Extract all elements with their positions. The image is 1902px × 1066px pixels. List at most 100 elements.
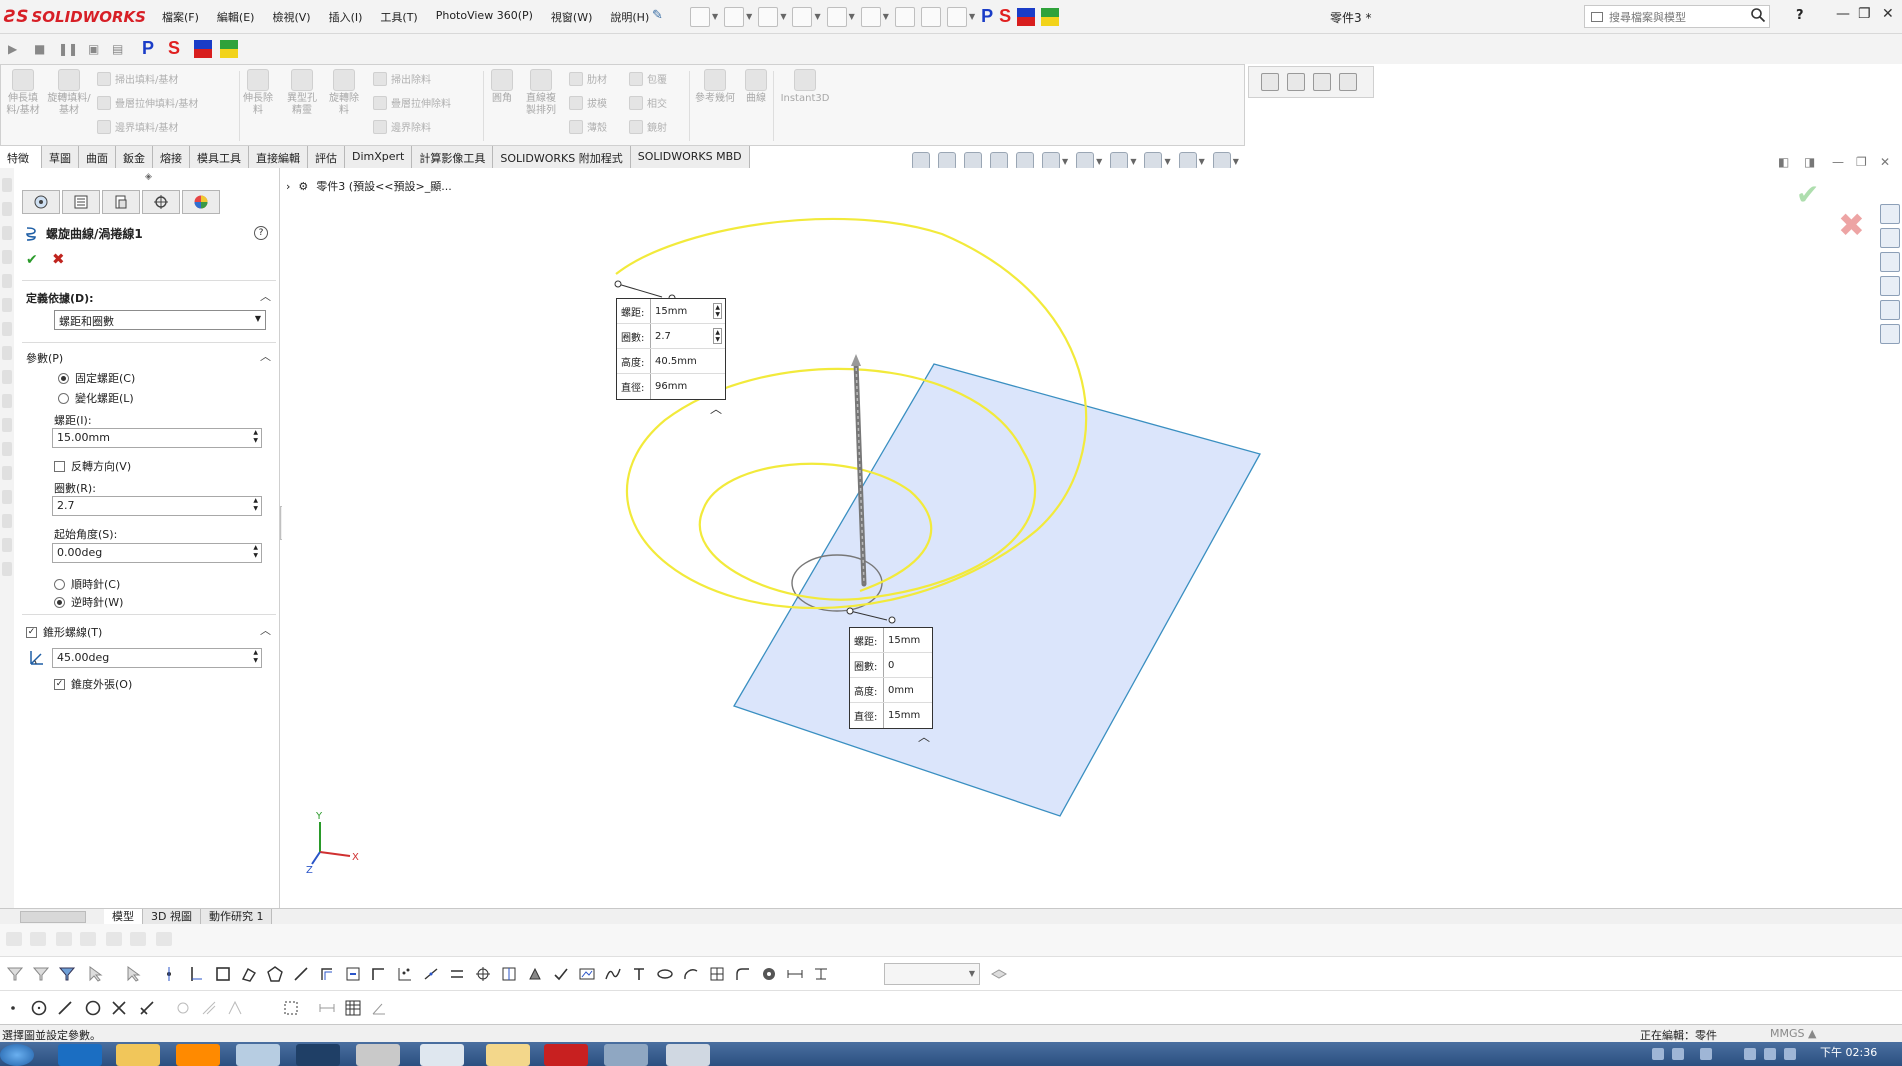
slot-icon[interactable] bbox=[240, 965, 258, 983]
stop-icon[interactable]: ■ bbox=[34, 42, 45, 56]
linear-sketch-pattern-icon[interactable] bbox=[318, 999, 336, 1017]
addin-flag2-green-yellow-icon[interactable] bbox=[220, 40, 238, 58]
cancel-button[interactable]: ✖ bbox=[52, 250, 65, 268]
menu-photoview[interactable]: PhotoView 360(P) bbox=[434, 8, 535, 26]
menu-view[interactable]: 檢視(V) bbox=[270, 8, 312, 26]
addin-s-icon[interactable]: S bbox=[999, 6, 1011, 27]
callout-revolutions-value[interactable]: 2.7 bbox=[651, 331, 713, 342]
view-orientation-dropdown-icon[interactable]: ▼ bbox=[1062, 157, 1068, 166]
extend-icon[interactable] bbox=[138, 999, 156, 1017]
sketch-picture-icon[interactable] bbox=[578, 965, 596, 983]
pitch-input[interactable]: 15.00mm bbox=[52, 428, 262, 448]
unit-system-button[interactable]: MMGS ▲ bbox=[1770, 1027, 1816, 1040]
confirm-corner-ok-icon[interactable]: ✔ bbox=[1796, 178, 1819, 211]
plane-face[interactable] bbox=[733, 363, 1261, 817]
scene-dropdown-icon[interactable]: ▼ bbox=[1199, 157, 1205, 166]
arc-icon[interactable] bbox=[682, 965, 700, 983]
instant3d-button[interactable]: Instant3D bbox=[777, 69, 833, 105]
addin-s2-icon[interactable]: S bbox=[168, 38, 180, 59]
sketch-dropdown[interactable] bbox=[884, 963, 980, 985]
taskbar-clock[interactable]: 下午 02:36 bbox=[1820, 1044, 1877, 1060]
tab-addins[interactable]: SOLIDWORKS 附加程式 bbox=[493, 146, 631, 168]
confirm-corner-cancel-icon[interactable]: ✖ bbox=[1838, 206, 1865, 244]
feature-tree-flyout[interactable]: › ⚙ 零件3 (預設<<預設>_顯... bbox=[286, 178, 452, 194]
menu-edit[interactable]: 編輯(E) bbox=[215, 8, 257, 26]
menu-tools[interactable]: 工具(T) bbox=[378, 8, 419, 26]
solidworks-logo[interactable]: ƧS SOLIDWORKS bbox=[4, 6, 146, 28]
corner-icon[interactable] bbox=[370, 965, 388, 983]
strip-icon[interactable] bbox=[2, 394, 12, 408]
tangent-arc-icon[interactable] bbox=[174, 999, 192, 1017]
tab-sketch[interactable]: 草圖 bbox=[42, 146, 79, 168]
centerline-icon[interactable] bbox=[188, 965, 206, 983]
taper-helix-checkbox[interactable]: ✓ 錐形螺線(T) bbox=[26, 624, 102, 640]
tray-flag-icon[interactable] bbox=[1744, 1048, 1756, 1060]
new-dropdown-icon[interactable]: ▼ bbox=[712, 12, 718, 21]
mirror-button[interactable]: 鏡射 bbox=[629, 119, 667, 134]
sketch-tool-icon[interactable] bbox=[156, 932, 172, 946]
angle-dimension-icon[interactable] bbox=[370, 999, 388, 1017]
callout-pitch-value[interactable]: 15mm bbox=[651, 306, 713, 317]
undo-icon[interactable] bbox=[826, 6, 847, 27]
spinner-icon[interactable]: ▲ ▼ bbox=[713, 328, 722, 344]
strip-icon[interactable] bbox=[2, 370, 12, 384]
select-cursor-icon[interactable] bbox=[860, 6, 881, 27]
tab-3d-views[interactable]: 3D 視圖 bbox=[143, 908, 201, 925]
sketch-tool-icon[interactable] bbox=[80, 932, 96, 946]
strip-icon[interactable] bbox=[2, 490, 12, 504]
filter-icon[interactable] bbox=[6, 965, 24, 983]
solidworks-taskbar-icon[interactable] bbox=[544, 1044, 588, 1066]
new-document-icon[interactable] bbox=[690, 6, 710, 27]
paint-icon[interactable] bbox=[666, 1044, 710, 1066]
tab-model[interactable]: 模型 bbox=[104, 908, 143, 925]
menu-file[interactable]: 檔案(F) bbox=[160, 8, 201, 26]
model-viewport[interactable]: Y X Z bbox=[282, 168, 1872, 908]
print-icon[interactable] bbox=[792, 6, 813, 27]
graphics-area[interactable]: Y X Z bbox=[282, 168, 1872, 908]
stretch-icon[interactable] bbox=[226, 999, 244, 1017]
appearance-dropdown-icon[interactable]: ▼ bbox=[1164, 157, 1170, 166]
rectangle-icon[interactable] bbox=[214, 965, 232, 983]
fill-icon[interactable] bbox=[526, 965, 544, 983]
circle-outline-icon[interactable] bbox=[84, 999, 102, 1017]
tab-weldments[interactable]: 熔接 bbox=[153, 146, 190, 168]
tab-render-tools[interactable]: 計算影像工具 bbox=[412, 146, 494, 168]
dimension-icon[interactable] bbox=[786, 965, 804, 983]
counterclockwise-radio[interactable]: 逆時針(W) bbox=[54, 594, 123, 610]
spinner-icon[interactable]: ▲ ▼ bbox=[713, 303, 722, 319]
sketch-tool-icon[interactable] bbox=[30, 932, 46, 946]
tab-scroll-arrows[interactable] bbox=[20, 910, 86, 923]
rib-button[interactable]: 肋材 bbox=[569, 71, 607, 86]
trim-icon[interactable] bbox=[110, 999, 128, 1017]
spline-icon[interactable] bbox=[604, 965, 622, 983]
sketch-tool-icon[interactable] bbox=[130, 932, 146, 946]
strip-icon[interactable] bbox=[2, 322, 12, 336]
pause-icon[interactable]: ❚❚ bbox=[58, 42, 78, 56]
feature-manager-tab[interactable] bbox=[22, 190, 60, 214]
tab-features[interactable]: 特徵 bbox=[0, 146, 42, 168]
select-dropdown-icon[interactable]: ▼ bbox=[883, 12, 889, 21]
strip-icon[interactable] bbox=[2, 466, 12, 480]
addin-flag2-red-blue-icon[interactable] bbox=[194, 40, 212, 58]
play-icon[interactable]: ▶ bbox=[8, 42, 17, 56]
small-point-icon[interactable] bbox=[4, 999, 22, 1017]
property-manager-tab[interactable] bbox=[62, 190, 100, 214]
strip-icon[interactable] bbox=[2, 202, 12, 216]
help-button[interactable]: ? bbox=[1796, 8, 1804, 23]
top-helix-callout[interactable]: 螺距: 15mm ▲ ▼ 圈數: 2.7 ▲ ▼ 高度: 40.5mm 直徑: 96mm bbox=[616, 298, 726, 400]
constant-pitch-radio[interactable]: 固定螺距(C) bbox=[58, 370, 135, 386]
strip-icon[interactable] bbox=[2, 514, 12, 528]
view-settings-dropdown-icon[interactable]: ▼ bbox=[1233, 157, 1239, 166]
point-icon[interactable] bbox=[160, 965, 178, 983]
pin-icon[interactable]: ✎ bbox=[652, 8, 663, 23]
tab-surfaces[interactable]: 曲面 bbox=[79, 146, 116, 168]
bottom-helix-callout[interactable]: 螺距: 15mm 圈數: 0 高度: 0mm 直徑: 15mm bbox=[849, 627, 933, 729]
taper-angle-input[interactable]: 45.00deg bbox=[52, 648, 262, 668]
move-entity-icon[interactable] bbox=[474, 965, 492, 983]
start-button[interactable] bbox=[0, 1044, 34, 1066]
shell-button[interactable]: 薄殼 bbox=[569, 119, 607, 134]
doc-restore-icon[interactable]: ❐ bbox=[1856, 155, 1867, 169]
collapse-params-icon[interactable]: ︿ bbox=[260, 348, 271, 364]
convert-entities-icon[interactable] bbox=[344, 965, 362, 983]
menu-window[interactable]: 視窗(W) bbox=[549, 8, 594, 26]
